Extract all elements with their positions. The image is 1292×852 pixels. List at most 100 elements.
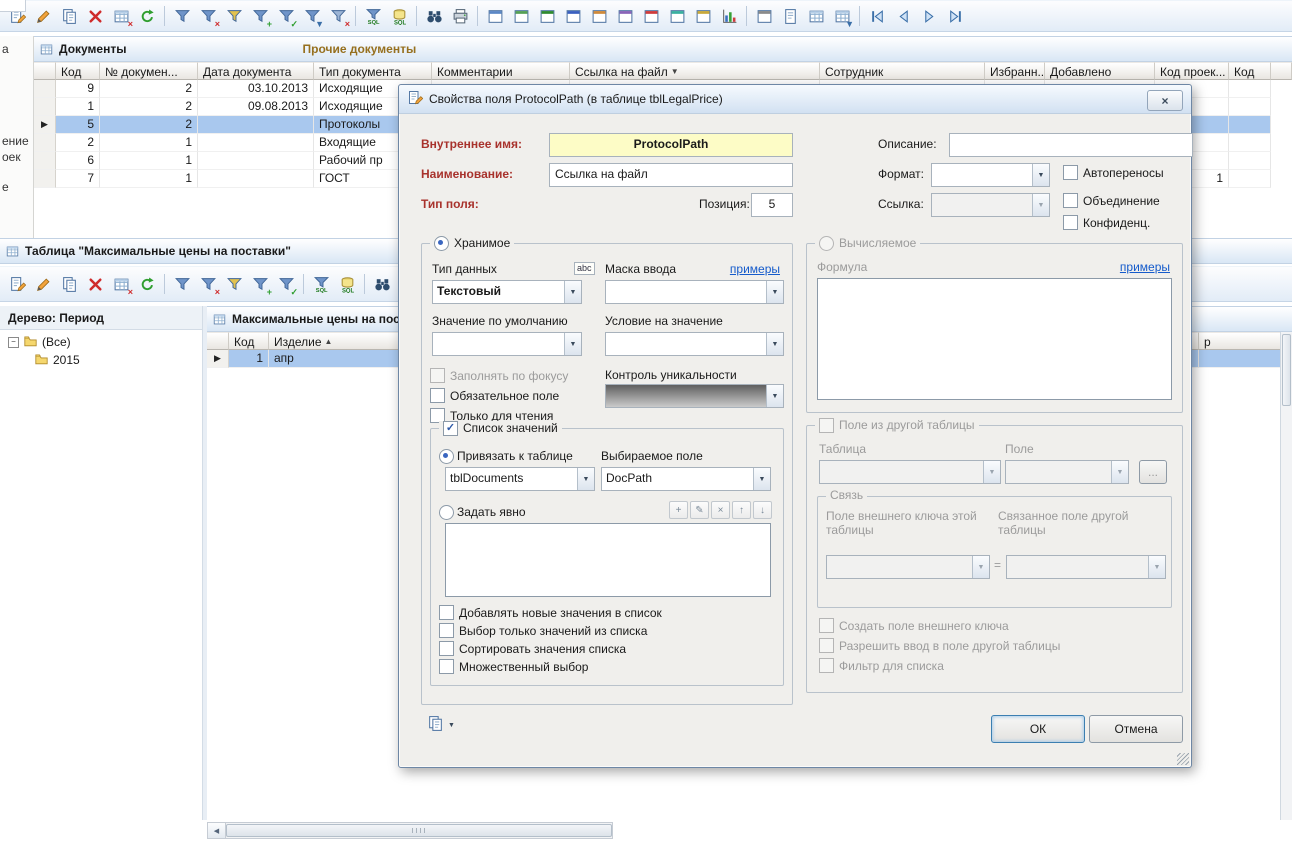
report-icon[interactable] xyxy=(639,4,663,28)
column-header-7[interactable]: Сотрудник xyxy=(820,62,985,80)
table-cell[interactable]: 1 xyxy=(56,98,100,116)
table-cell[interactable] xyxy=(1229,152,1271,170)
sql-icon[interactable]: SQL xyxy=(335,272,359,296)
table-cell[interactable] xyxy=(1229,170,1271,188)
current-row-marker[interactable]: ▶ xyxy=(207,350,229,368)
column-header-3[interactable]: Дата документа xyxy=(198,62,314,80)
table-cell[interactable]: 09.08.2013 xyxy=(198,98,314,116)
vertical-scrollbar[interactable] xyxy=(1280,332,1292,820)
field-settings-icon[interactable] xyxy=(804,4,828,28)
refresh-icon[interactable] xyxy=(135,272,159,296)
filter-sql-icon[interactable]: SQL xyxy=(309,272,333,296)
open-form-icon[interactable] xyxy=(483,4,507,28)
mask-combo[interactable]: ▼ xyxy=(605,280,784,304)
fk-field-combo[interactable]: ▼ xyxy=(826,555,990,579)
columns-setup-icon[interactable]: ▼ xyxy=(830,4,854,28)
import-icon[interactable] xyxy=(613,4,637,28)
list-filter-checkbox[interactable]: Фильтр для списка xyxy=(819,658,944,673)
delete-value-icon[interactable]: × xyxy=(711,501,730,519)
table-cell[interactable]: 5 xyxy=(56,116,100,134)
dropdown-icon[interactable]: ▼ xyxy=(753,468,770,490)
scroll-left-button[interactable]: ◀ xyxy=(208,823,226,838)
bind-to-table-radio[interactable] xyxy=(439,449,454,464)
column-header-10[interactable]: Код проек... xyxy=(1155,62,1229,80)
ok-button[interactable]: ОК xyxy=(991,715,1085,743)
confidential-checkbox[interactable]: Конфиденц. xyxy=(1063,215,1150,230)
table-cell[interactable]: 1 xyxy=(100,152,198,170)
computed-radio[interactable] xyxy=(819,236,834,251)
move-up-icon[interactable]: ↑ xyxy=(732,501,751,519)
value-list-checkbox[interactable]: ✓ xyxy=(443,421,458,436)
table-cell[interactable]: 1 xyxy=(100,134,198,152)
column-header-1[interactable]: Код xyxy=(229,332,269,350)
other-field-combo[interactable]: ▼ xyxy=(1005,460,1129,484)
mask-examples-link[interactable]: примеры xyxy=(730,262,780,276)
calculator-icon[interactable] xyxy=(752,4,776,28)
nav-last-icon[interactable] xyxy=(943,4,967,28)
column-header-5[interactable]: Комментарии xyxy=(432,62,570,80)
table-cell[interactable]: 1 xyxy=(229,350,269,368)
explicit-values-listbox[interactable] xyxy=(445,523,771,597)
other-table-checkbox[interactable] xyxy=(819,418,834,433)
delete-record-icon[interactable] xyxy=(83,272,107,296)
table-cell[interactable]: 9 xyxy=(56,80,100,98)
find-icon[interactable] xyxy=(422,4,446,28)
create-fk-checkbox[interactable]: Создать поле внешнего ключа xyxy=(819,618,1009,633)
dropdown-icon[interactable]: ▼ xyxy=(766,333,783,355)
nav-prev-icon[interactable] xyxy=(891,4,915,28)
dropdown-icon[interactable]: ▼ xyxy=(564,281,581,303)
column-header-2[interactable]: № докумен... xyxy=(100,62,198,80)
column-header-8[interactable]: Избранн... xyxy=(985,62,1045,80)
table-cell[interactable] xyxy=(1229,116,1271,134)
other-table-combo[interactable]: ▼ xyxy=(819,460,1001,484)
dropdown-icon[interactable]: ▼ xyxy=(766,281,783,303)
sql-icon[interactable]: SQL xyxy=(387,4,411,28)
uniqueness-combo[interactable]: ▼ xyxy=(605,384,784,408)
edit-record-icon[interactable] xyxy=(31,4,55,28)
dropdown-icon[interactable]: ▼ xyxy=(1032,194,1049,216)
horizontal-scrollbar[interactable]: ◀ xyxy=(207,822,613,839)
delete-record-icon[interactable] xyxy=(83,4,107,28)
description-input[interactable] xyxy=(949,133,1193,157)
vertical-scrollbar-thumb[interactable] xyxy=(1282,334,1291,406)
cancel-button[interactable]: Отмена xyxy=(1089,715,1183,743)
formula-examples-link[interactable]: примеры xyxy=(1120,260,1170,274)
sort-values-checkbox[interactable]: Сортировать значения списка xyxy=(439,641,626,656)
lookup-field-combo[interactable]: DocPath ▼ xyxy=(601,467,771,491)
row-selector-cell[interactable] xyxy=(34,152,56,170)
tree-item[interactable]: 2015 xyxy=(0,351,202,369)
copy-record-icon[interactable] xyxy=(57,4,81,28)
table-cell[interactable] xyxy=(1229,80,1271,98)
pivot-table-icon[interactable] xyxy=(691,4,715,28)
row-selector-cell[interactable] xyxy=(34,80,56,98)
table-cell[interactable] xyxy=(198,134,314,152)
table-cell[interactable] xyxy=(198,116,314,134)
column-header-11[interactable]: Код xyxy=(1229,62,1271,80)
only-list-values-checkbox[interactable]: Выбор только значений из списка xyxy=(439,623,647,638)
table-cell[interactable] xyxy=(1229,98,1271,116)
filter-icon[interactable] xyxy=(170,4,194,28)
dropdown-icon[interactable]: ▼ xyxy=(972,556,989,578)
stored-radio[interactable] xyxy=(434,236,449,251)
lookup-table-combo[interactable]: tblDocuments ▼ xyxy=(445,467,595,491)
dropdown-icon[interactable]: ▼ xyxy=(1148,556,1165,578)
filter-remove-icon[interactable]: × xyxy=(196,272,220,296)
delete-table-row-icon[interactable]: × xyxy=(109,272,133,296)
column-header-1[interactable]: Код xyxy=(56,62,100,80)
filter-sql-icon[interactable]: SQL xyxy=(361,4,385,28)
table-cell[interactable]: 2 xyxy=(100,116,198,134)
open-child-form-icon[interactable] xyxy=(509,4,533,28)
name-input[interactable]: Ссылка на файл xyxy=(549,163,793,187)
table-cell[interactable]: 7 xyxy=(56,170,100,188)
export-word-icon[interactable] xyxy=(561,4,585,28)
explicit-list-radio[interactable] xyxy=(439,505,454,520)
filter-remove-icon[interactable]: × xyxy=(196,4,220,28)
autowrap-checkbox[interactable]: Автопереносы xyxy=(1063,165,1164,180)
tree-expander-icon[interactable]: − xyxy=(8,337,19,348)
row-selector-cell[interactable] xyxy=(34,98,56,116)
required-checkbox[interactable]: Обязательное поле xyxy=(430,388,559,403)
table-cell[interactable]: 2 xyxy=(100,80,198,98)
filter-check-icon[interactable]: ✓ xyxy=(274,272,298,296)
table-cell[interactable]: 03.10.2013 xyxy=(198,80,314,98)
related-field-combo[interactable]: ▼ xyxy=(1006,555,1166,579)
